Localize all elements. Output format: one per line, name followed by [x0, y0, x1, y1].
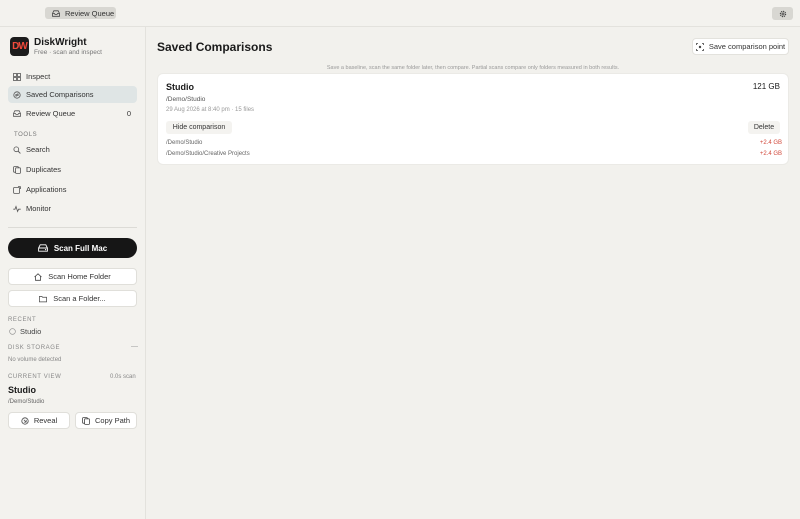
hide-comparison-button[interactable]: Hide comparison [166, 121, 232, 134]
app-name: DiskWright [34, 37, 87, 48]
inbox-icon [13, 110, 21, 118]
save-comparison-point-label: Save comparison point [708, 42, 786, 51]
sidebar-item-saved-comparisons[interactable]: Saved Comparisons [8, 86, 137, 103]
current-view-path: /Demo/Studio [8, 399, 45, 405]
review-count-badge: 0 [126, 109, 131, 118]
recent-item-label: Studio [20, 327, 42, 336]
sidebar-item-inspect[interactable]: Inspect [8, 68, 137, 85]
table-row[interactable]: /Demo/Studio/Creative Projects +2.4 GB [166, 151, 782, 157]
home-icon [34, 272, 43, 281]
duplicate-icon [13, 165, 21, 174]
drive-icon [37, 244, 48, 252]
gear-icon [779, 10, 787, 18]
comparison-path: /Demo/Studio [166, 96, 206, 103]
sidebar-item-label: Duplicates [26, 165, 62, 174]
folder-icon [39, 295, 48, 303]
compare-icon [13, 90, 21, 99]
comparison-size: 121 GB [752, 82, 780, 91]
recent-heading: RECENT [8, 317, 37, 323]
scan-home-folder-button[interactable]: Scan Home Folder [8, 268, 137, 285]
copy-path-button[interactable]: Copy Path [75, 412, 137, 429]
clock-icon [8, 328, 16, 336]
disk-storage-heading: DISK STORAGE [8, 345, 61, 351]
reveal-icon [21, 416, 29, 425]
table-row[interactable]: /Demo/Studio +2.4 GB [166, 140, 782, 146]
sidebar-item-label: Search [26, 145, 50, 154]
row-delta: +2.4 GB [759, 140, 782, 146]
row-path: /Demo/Studio/Creative Projects [166, 151, 250, 157]
sidebar-item-label: Monitor [26, 204, 52, 213]
sidebar-item-label: Inspect [26, 72, 51, 81]
page-title: Saved Comparisons [157, 40, 273, 54]
sidebar-item-duplicates[interactable]: Duplicates [8, 161, 137, 178]
app-subtitle: Free · scan and inspect [34, 49, 102, 56]
comparison-date: 29 Aug 2026 at 8:40 pm · 15 files [166, 107, 255, 113]
tools-heading: TOOLS [14, 132, 38, 138]
disk-status: No volume detected [8, 357, 62, 363]
save-comparison-point-button[interactable]: Save comparison point [692, 38, 789, 55]
sidebar: DW DiskWright Free · scan and inspect In… [0, 27, 146, 519]
copy-path-label: Copy Path [94, 416, 131, 425]
grid-icon [13, 72, 21, 81]
current-view-name: Studio [8, 385, 36, 395]
row-delta: +2.4 GB [759, 151, 782, 157]
scan-full-mac-label: Scan Full Mac [53, 243, 108, 253]
scan-home-folder-label: Scan Home Folder [48, 272, 111, 281]
scan-folder-label: Scan a Folder... [53, 294, 106, 303]
sidebar-item-search[interactable]: Search [8, 141, 137, 158]
sidebar-item-label: Review Queue [26, 109, 76, 118]
current-view-heading: CURRENT VIEW [8, 374, 62, 380]
sidebar-item-label: Saved Comparisons [26, 90, 94, 99]
comparison-card: Studio 121 GB /Demo/Studio 29 Aug 2026 a… [157, 73, 789, 165]
sidebar-item-label: Applications [26, 185, 67, 194]
review-queue-button[interactable]: Review Queue [45, 7, 116, 19]
app-logo: DW [10, 37, 29, 56]
scan-folder-button[interactable]: Scan a Folder... [8, 290, 137, 307]
disk-collapse-toggle[interactable]: — [131, 343, 138, 350]
row-path: /Demo/Studio [166, 140, 203, 146]
review-queue-label: Review Queue [65, 8, 115, 18]
scan-full-mac-button[interactable]: Scan Full Mac [8, 238, 137, 258]
delete-button[interactable]: Delete [748, 121, 780, 134]
target-icon [695, 42, 704, 51]
recent-item-studio[interactable]: Studio [8, 327, 41, 336]
search-icon [13, 145, 21, 154]
pulse-icon [13, 204, 21, 213]
copy-icon [82, 416, 90, 425]
inbox-icon [52, 9, 60, 17]
sidebar-item-review-queue[interactable]: Review Queue 0 [8, 105, 137, 122]
settings-button[interactable] [772, 7, 793, 20]
reveal-button[interactable]: Reveal [8, 412, 70, 429]
applications-icon [13, 185, 21, 194]
comparison-title: Studio [166, 82, 194, 92]
sidebar-item-monitor[interactable]: Monitor [8, 200, 137, 217]
sidebar-divider [8, 227, 137, 228]
scan-time: 0.0s scan [110, 374, 136, 380]
sidebar-item-applications[interactable]: Applications [8, 181, 137, 198]
hint-text: Save a baseline, scan the same folder la… [326, 65, 620, 71]
top-bar: Review Queue [0, 0, 800, 27]
reveal-label: Reveal [33, 416, 58, 425]
